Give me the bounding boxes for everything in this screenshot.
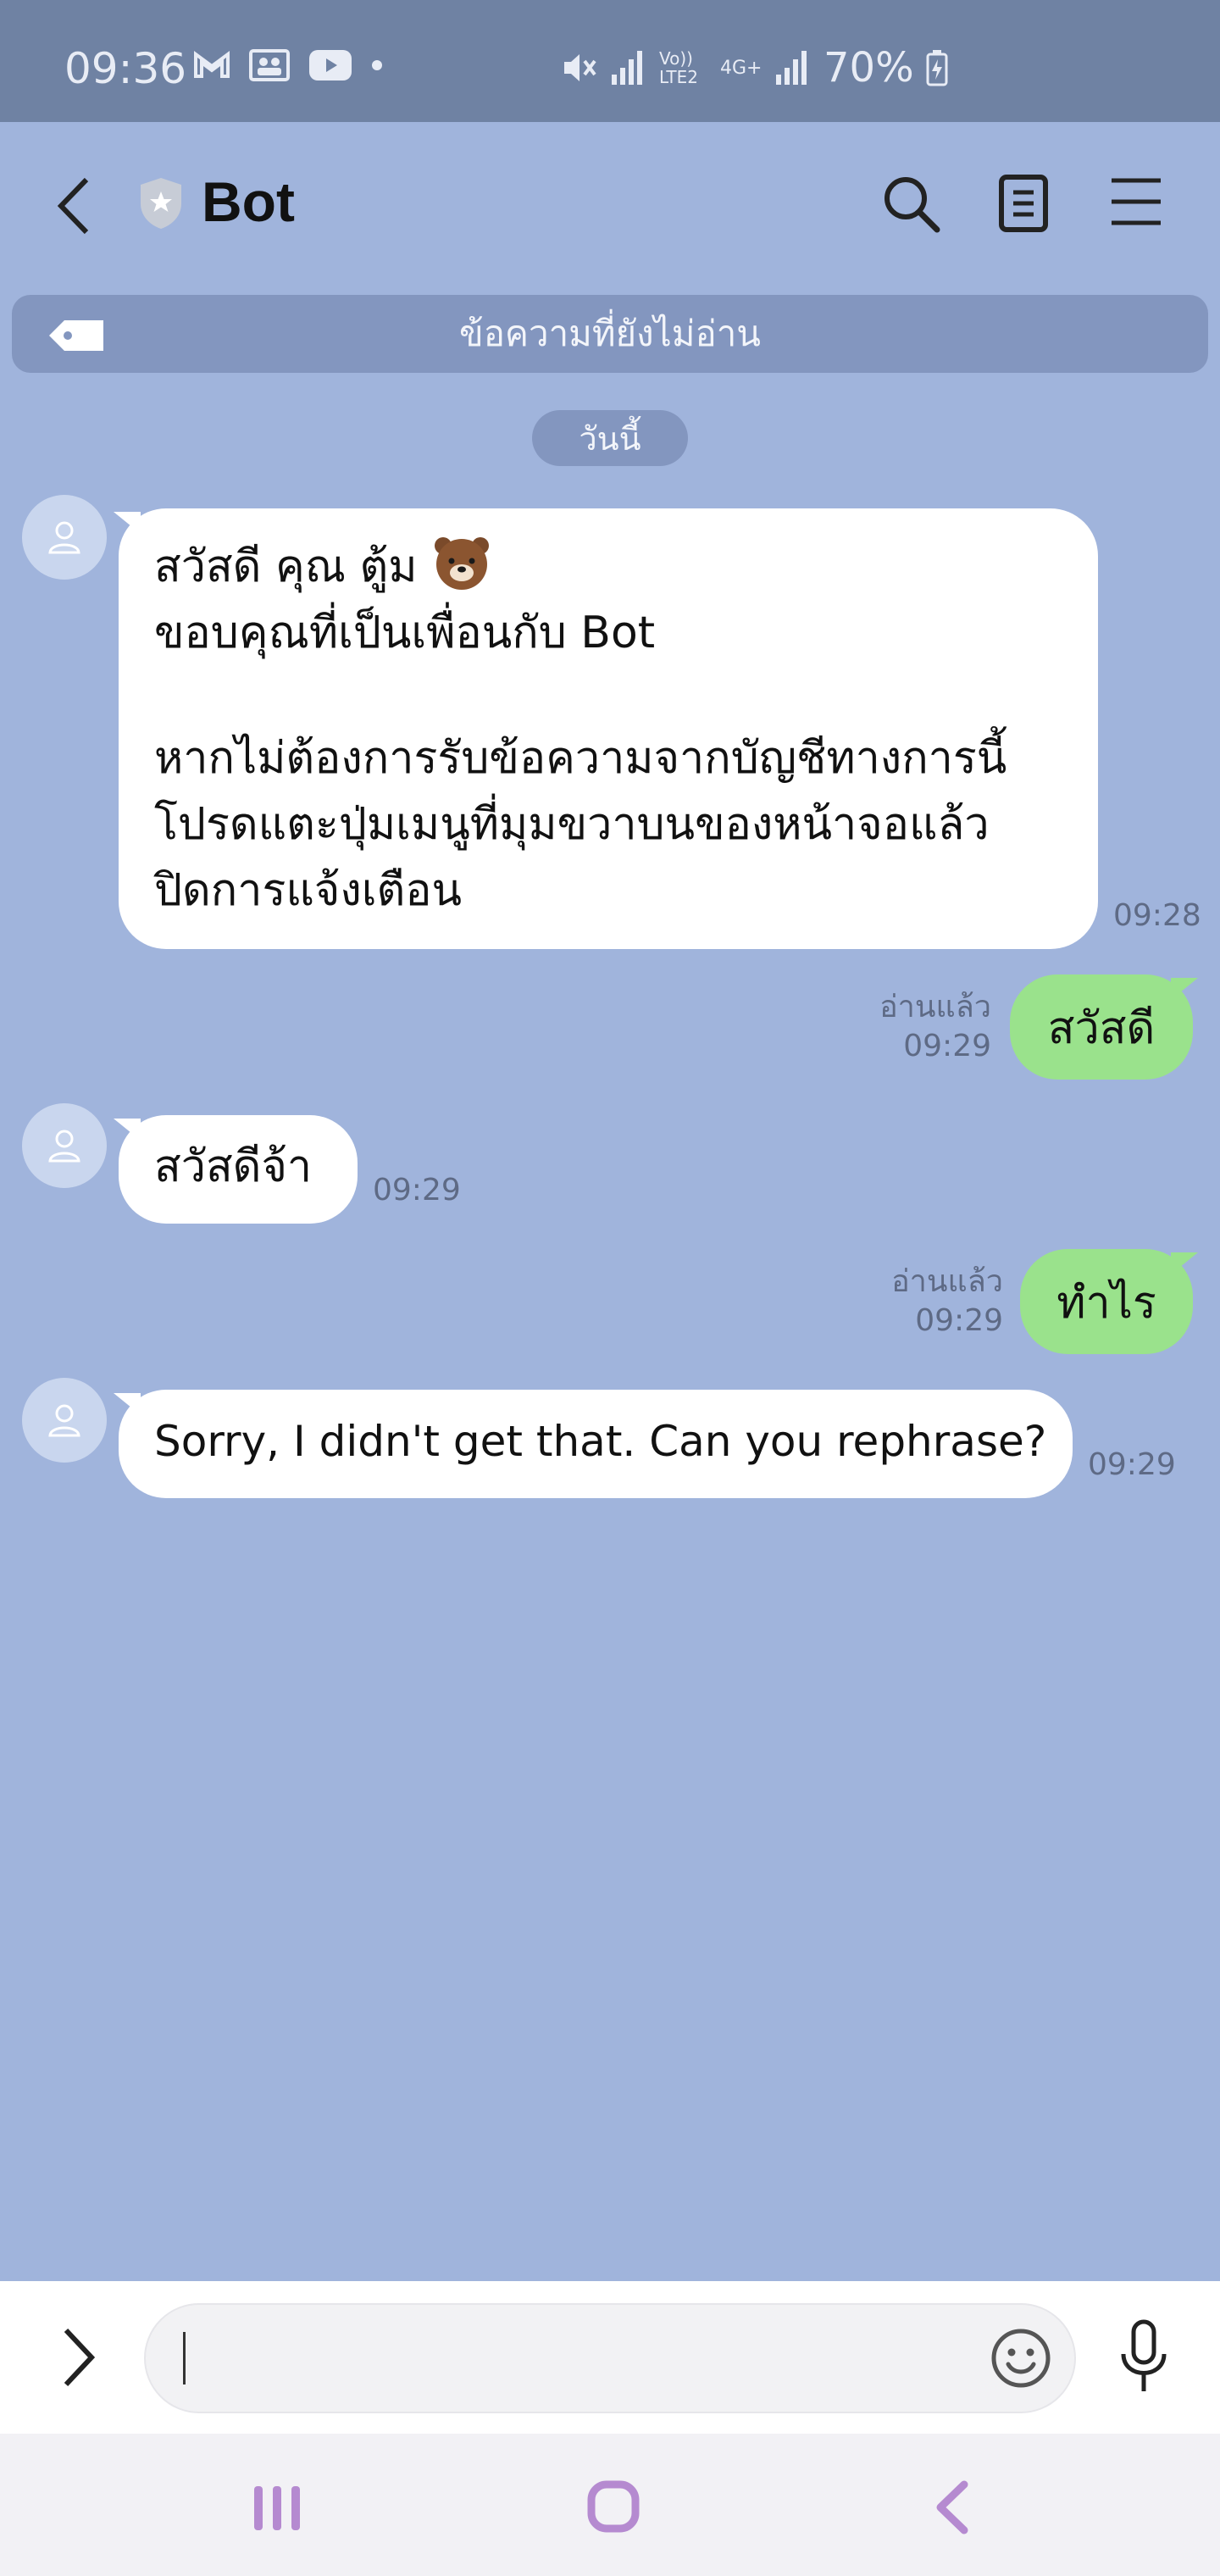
- user-placeholder-icon: [48, 521, 80, 554]
- message-text: ทำไร: [1056, 1277, 1156, 1329]
- signal-icon-2: [776, 51, 807, 85]
- message-text: สวัสดีจ้า: [154, 1141, 313, 1192]
- message-time: 09:29: [903, 1029, 991, 1063]
- message-text: Sorry, I didn't get that. Can you rephra…: [154, 1417, 1047, 1466]
- tag-icon: [49, 320, 103, 351]
- message-text: สวัสดี: [1047, 1002, 1156, 1054]
- shield-icon: [141, 178, 181, 229]
- message-input[interactable]: [144, 2303, 1076, 2413]
- status-time: 09:36: [64, 44, 187, 93]
- date-label: วันนี้: [579, 419, 641, 458]
- network-label-4g: 4G+: [720, 57, 762, 79]
- microphone-icon[interactable]: [1117, 2318, 1171, 2396]
- battery-charging-icon: [926, 50, 948, 86]
- unread-messages-banner[interactable]: ข้อความที่ยังไม่อ่าน: [12, 295, 1208, 373]
- battery-percent: 70%: [824, 44, 914, 92]
- message-bubble-outgoing[interactable]: สวัสดี: [1010, 974, 1198, 1080]
- bot-avatar[interactable]: [22, 495, 107, 580]
- nav-back-icon[interactable]: [932, 2479, 971, 2535]
- message-status: อ่านแล้ว 09:29: [868, 1263, 1003, 1341]
- message-line: สวัสดี คุณ ตู้ม: [154, 532, 1098, 600]
- back-icon[interactable]: [53, 176, 95, 236]
- more-notifications-dot-icon: [372, 60, 382, 70]
- brown-bear-sticker-icon: [435, 537, 490, 590]
- mute-icon: [564, 54, 596, 81]
- message-bubble-incoming[interactable]: Sorry, I didn't get that. Can you rephra…: [114, 1390, 1073, 1498]
- status-system-icons: Vo)) LTE2 4G+ 70%: [559, 44, 948, 92]
- emoji-icon[interactable]: [990, 2327, 1052, 2390]
- menu-icon[interactable]: [1110, 174, 1162, 230]
- expand-chevron-icon[interactable]: [59, 2323, 98, 2391]
- gmail-icon: [194, 51, 230, 78]
- read-receipt: อ่านแล้ว: [891, 1264, 1003, 1299]
- message-line: ขอบคุณที่เป็นเพื่อนกับ Bot: [154, 608, 656, 658]
- message-line: [154, 666, 1098, 725]
- chat-title: Bot: [202, 170, 295, 233]
- message-line: หากไม่ต้องการรับข้อความจากบัญชีทางการนี้: [154, 733, 1007, 784]
- signal-icon-1: [612, 51, 642, 85]
- search-icon[interactable]: [881, 174, 942, 235]
- message-time: 09:29: [373, 1173, 461, 1208]
- message-status: อ่านแล้ว 09:29: [856, 988, 991, 1066]
- bot-avatar[interactable]: [22, 1103, 107, 1188]
- notes-icon[interactable]: [998, 174, 1051, 233]
- recent-apps-icon[interactable]: [251, 2483, 303, 2534]
- user-placeholder-icon: [48, 1404, 80, 1437]
- gallery-icon: [249, 49, 290, 81]
- message-time: 09:28: [1113, 898, 1201, 933]
- network-label-lte: Vo)) LTE2: [659, 48, 698, 87]
- date-separator: วันนี้: [532, 410, 688, 466]
- message-line: โปรดแตะปุ่มเมนูที่มุมขวาบนของหน้าจอแล้ว: [154, 799, 990, 850]
- status-bar: 09:36 Vo)) LTE2 4G+ 70%: [0, 0, 1220, 122]
- unread-label: ข้อความที่ยังไม่อ่าน: [458, 313, 761, 354]
- message-bubble-incoming[interactable]: สวัสดีจ้า: [114, 1115, 358, 1224]
- message-bubble-incoming[interactable]: สวัสดี คุณ ตู้ม ขอบคุณที่เป็นเพื่อนกับ B…: [114, 508, 1098, 949]
- user-placeholder-icon: [48, 1130, 80, 1163]
- message-bubble-outgoing[interactable]: ทำไร: [1020, 1249, 1198, 1354]
- youtube-icon: [309, 50, 352, 80]
- message-line: ปิดการแจ้งเตือน: [154, 865, 463, 916]
- read-receipt: อ่านแล้ว: [879, 990, 991, 1024]
- message-time: 09:29: [915, 1303, 1003, 1338]
- status-notification-icons: [193, 49, 383, 81]
- bot-avatar[interactable]: [22, 1378, 107, 1463]
- text-caret: [183, 2332, 186, 2384]
- home-icon[interactable]: [586, 2479, 640, 2534]
- message-time: 09:29: [1088, 1447, 1176, 1482]
